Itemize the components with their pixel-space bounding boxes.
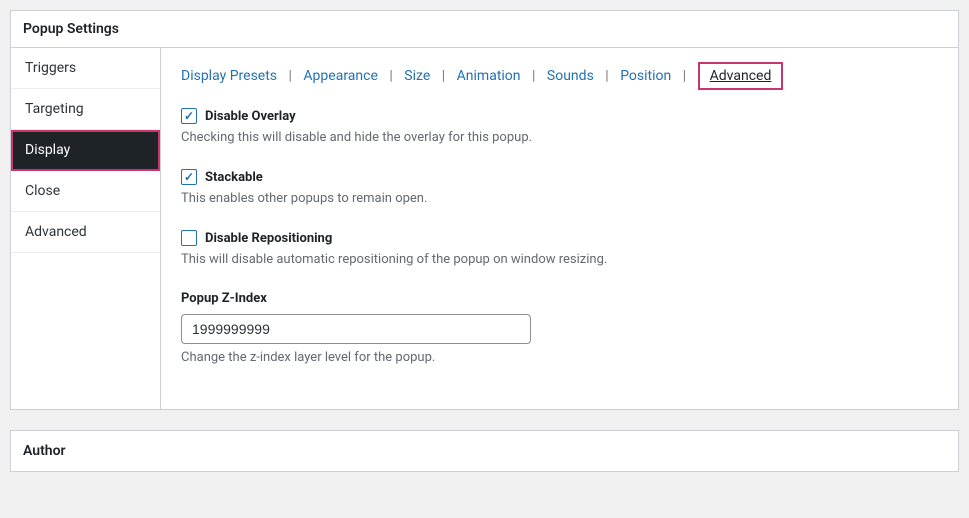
option-disable-repositioning: ✓ Disable Repositioning This will disabl… (181, 230, 938, 267)
subtab-advanced[interactable]: Advanced (710, 68, 772, 84)
subtab-sounds[interactable]: Sounds (547, 68, 594, 84)
stackable-checkbox[interactable]: ✓ (181, 169, 197, 185)
author-panel: Author (10, 430, 959, 472)
popup-settings-panel: Popup Settings Triggers Targeting Displa… (10, 10, 959, 410)
panel-body: Triggers Targeting Display Close Advance… (11, 48, 958, 409)
author-title: Author (11, 431, 958, 471)
subtab-position[interactable]: Position (620, 68, 671, 84)
sidebar-item-label: Triggers (25, 60, 76, 76)
subtab-display-presets[interactable]: Display Presets (181, 68, 277, 84)
subtab-separator: | (389, 68, 392, 84)
option-stackable: ✓ Stackable This enables other popups to… (181, 169, 938, 206)
display-subtabs: Display Presets | Appearance | Size | An… (181, 62, 938, 90)
option-description: Change the z-index layer level for the p… (181, 350, 938, 365)
subtab-separator: | (442, 68, 445, 84)
checkmark-icon: ✓ (184, 110, 194, 122)
option-label: Stackable (205, 170, 263, 185)
sidebar-item-label: Display (25, 142, 70, 158)
option-description: This enables other popups to remain open… (181, 191, 938, 206)
option-description: This will disable automatic repositionin… (181, 252, 938, 267)
subtab-separator: | (605, 68, 608, 84)
sidebar-item-label: Targeting (25, 101, 84, 117)
sidebar-item-advanced[interactable]: Advanced (11, 212, 160, 253)
subtab-animation[interactable]: Animation (457, 68, 521, 84)
sidebar-item-label: Close (25, 183, 60, 199)
disable-overlay-checkbox[interactable]: ✓ (181, 108, 197, 124)
settings-sidebar: Triggers Targeting Display Close Advance… (11, 48, 161, 409)
subtab-size[interactable]: Size (404, 68, 430, 84)
panel-title: Popup Settings (11, 11, 958, 48)
subtab-separator: | (289, 68, 292, 84)
checkmark-icon: ✓ (184, 171, 194, 183)
subtab-separator: | (683, 68, 686, 84)
option-label: Disable Repositioning (205, 231, 332, 246)
subtab-active-highlight: Advanced (698, 62, 784, 90)
sidebar-item-close[interactable]: Close (11, 171, 160, 212)
subtab-appearance[interactable]: Appearance (303, 68, 377, 84)
option-zindex: Popup Z-Index Change the z-index layer l… (181, 291, 938, 365)
subtab-separator: | (532, 68, 535, 84)
sidebar-item-targeting[interactable]: Targeting (11, 89, 160, 130)
sidebar-item-label: Advanced (25, 224, 87, 240)
settings-content: Display Presets | Appearance | Size | An… (161, 48, 958, 409)
option-description: Checking this will disable and hide the … (181, 130, 938, 145)
sidebar-item-triggers[interactable]: Triggers (11, 48, 160, 89)
option-disable-overlay: ✓ Disable Overlay Checking this will dis… (181, 108, 938, 145)
disable-repositioning-checkbox[interactable]: ✓ (181, 230, 197, 246)
sidebar-item-display[interactable]: Display (11, 130, 160, 171)
option-label: Disable Overlay (205, 109, 296, 124)
zindex-input[interactable] (181, 314, 531, 344)
zindex-label: Popup Z-Index (181, 291, 938, 306)
